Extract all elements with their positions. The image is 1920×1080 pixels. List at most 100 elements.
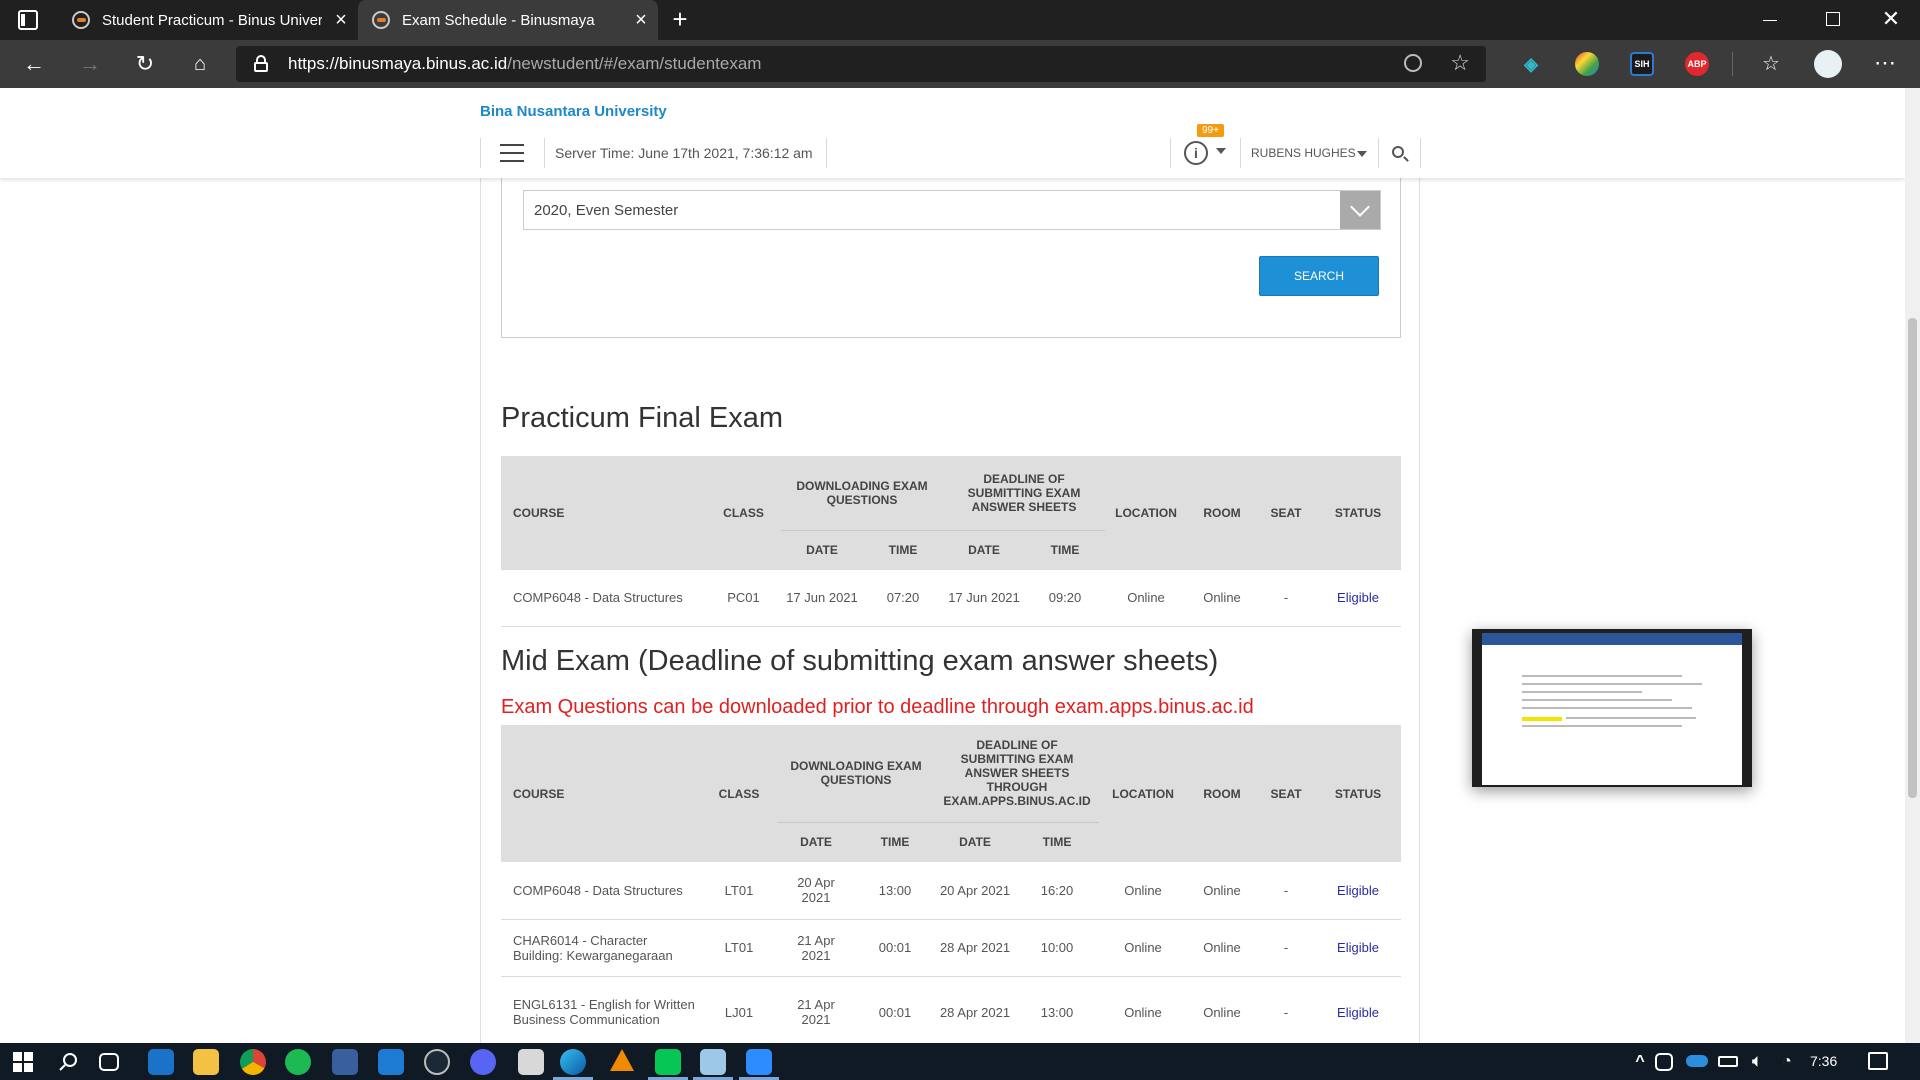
cell-room: Online	[1187, 862, 1257, 920]
tab-student-practicum[interactable]: Student Practicum - Binus Univer ×	[58, 0, 359, 40]
chevron-up-icon[interactable]: ^	[1627, 1049, 1653, 1075]
exam-download-note: Exam Questions can be downloaded prior t…	[501, 696, 1254, 718]
practicum-section-title: Practicum Final Exam	[501, 402, 784, 434]
close-tab-icon[interactable]: ×	[632, 9, 650, 32]
col-time: TIME	[855, 821, 935, 862]
cell-dd-time: 10:00	[1015, 919, 1099, 977]
col-date: DATE	[781, 529, 863, 570]
forward-icon[interactable]: →	[78, 51, 102, 76]
address-bar[interactable]: https://binusmaya.binus.ac.id/newstudent…	[236, 46, 1486, 82]
user-name-menu[interactable]: RUBENS HUGHES	[1251, 146, 1356, 160]
restore-icon[interactable]	[1826, 12, 1840, 26]
notepad-icon[interactable]	[700, 1049, 726, 1075]
cell-class: PC01	[706, 570, 781, 627]
cell-dd-time: 16:20	[1015, 862, 1099, 920]
windows-start-icon[interactable]	[10, 1049, 36, 1075]
university-brand[interactable]: Bina Nusantara University	[480, 103, 667, 120]
cell-dl-time: 00:01	[855, 919, 935, 977]
cell-class: LT01	[701, 862, 777, 920]
status-eligible-link[interactable]: Eligible	[1315, 919, 1401, 977]
refresh-icon[interactable]: ↻	[133, 51, 157, 76]
search-icon[interactable]	[55, 1049, 81, 1075]
cell-location: Online	[1105, 570, 1187, 627]
col-deadline: DEADLINE OF SUBMITTING EXAM ANSWER SHEET…	[943, 456, 1105, 530]
extension-sih-icon[interactable]: SIH	[1630, 52, 1654, 76]
zoom-icon[interactable]	[746, 1049, 772, 1075]
steam-icon[interactable]	[424, 1049, 450, 1075]
wifi-icon[interactable]: ◔	[1774, 1049, 1800, 1075]
col-downloading: DOWNLOADING EXAM QUESTIONS	[777, 725, 935, 822]
tray-app-icon[interactable]	[1655, 1053, 1673, 1071]
lock-icon	[254, 55, 268, 72]
edge-icon[interactable]	[560, 1049, 586, 1075]
new-tab-button[interactable]: +	[668, 4, 692, 34]
site-header: Bina Nusantara University Server Time: J…	[0, 88, 1905, 178]
mid-exam-table: COURSE CLASS DOWNLOADING EXAM QUESTIONS …	[501, 725, 1401, 1043]
cell-course: COMP6048 - Data Structures	[501, 862, 701, 920]
tab-exam-schedule[interactable]: Exam Schedule - Binusmaya ×	[358, 0, 658, 40]
back-icon[interactable]: ←	[22, 51, 46, 76]
extension-diamond-icon[interactable]: ◈	[1519, 52, 1543, 76]
binus-favicon-icon	[72, 11, 90, 29]
hamburger-menu-icon[interactable]	[500, 144, 524, 162]
status-eligible-link[interactable]: Eligible	[1315, 862, 1401, 920]
binus-favicon-icon	[372, 11, 390, 29]
cell-class: LJ01	[701, 976, 777, 1043]
window-preview-thumbnail[interactable]	[1472, 629, 1752, 787]
taskbar-clock[interactable]: 7:36	[1810, 1053, 1837, 1069]
spotify-icon[interactable]	[285, 1049, 311, 1075]
vscode-icon[interactable]	[378, 1049, 404, 1075]
table-row: COMP6048 - Data Structures PC01 17 Jun 2…	[501, 570, 1401, 627]
battery-icon[interactable]	[1718, 1056, 1738, 1067]
discord-icon[interactable]	[470, 1049, 496, 1075]
period-selected-value: 2020, Even Semester	[534, 201, 679, 219]
favorites-icon[interactable]: ☆	[1758, 50, 1784, 76]
cell-room: Online	[1187, 919, 1257, 977]
minimize-icon[interactable]	[1762, 12, 1778, 28]
chrome-icon[interactable]	[240, 1049, 266, 1075]
mail-icon[interactable]	[148, 1049, 174, 1075]
scrollbar-thumb[interactable]	[1908, 318, 1917, 798]
page-scrollbar[interactable]	[1905, 88, 1920, 1043]
extension-color-icon[interactable]	[1575, 52, 1599, 76]
notifications-icon[interactable]	[1868, 1052, 1888, 1070]
onedrive-icon[interactable]	[1686, 1055, 1708, 1067]
col-course: COURSE	[501, 456, 706, 570]
game-app-icon[interactable]	[518, 1049, 544, 1075]
chevron-down-icon[interactable]	[1340, 191, 1380, 229]
add-favorite-icon[interactable]: ☆	[1450, 50, 1470, 76]
cell-course: CHAR6014 - Character Building: Kewargane…	[501, 919, 701, 977]
tab-actions-icon[interactable]	[18, 10, 38, 30]
web-page: Bina Nusantara University Server Time: J…	[0, 88, 1905, 1043]
file-explorer-icon[interactable]	[193, 1049, 219, 1075]
col-time: TIME	[1025, 529, 1105, 570]
cell-dd-time: 09:20	[1025, 570, 1105, 627]
col-deadline: DEADLINE OF SUBMITTING EXAM ANSWER SHEET…	[935, 725, 1099, 822]
url-path: /newstudent/#/exam/studentexam	[507, 54, 762, 73]
mid-exam-section-title: Mid Exam (Deadline of submitting exam an…	[501, 645, 1219, 677]
close-tab-icon[interactable]: ×	[332, 9, 350, 32]
volume-icon[interactable]: 🔈︎	[1744, 1049, 1770, 1075]
period-dropdown[interactable]: 2020, Even Semester	[523, 190, 1381, 230]
more-menu-icon[interactable]: ⋯	[1872, 50, 1898, 76]
home-icon[interactable]: ⌂	[188, 52, 212, 76]
browser-tab-bar: Student Practicum - Binus Univer × Exam …	[0, 0, 1920, 40]
info-notification-icon[interactable]: i	[1184, 141, 1208, 165]
profile-avatar[interactable]	[1814, 50, 1842, 78]
cell-room: Online	[1187, 976, 1257, 1043]
task-view-icon[interactable]	[99, 1053, 119, 1071]
app-store-icon[interactable]	[332, 1049, 358, 1075]
status-eligible-link[interactable]: Eligible	[1315, 570, 1401, 627]
chevron-down-icon[interactable]	[1216, 148, 1226, 154]
vlc-icon[interactable]	[610, 1049, 634, 1071]
search-button[interactable]: SEARCH	[1259, 256, 1379, 296]
extension-adblock-icon[interactable]: ABP	[1685, 52, 1709, 76]
chevron-down-icon[interactable]	[1357, 151, 1367, 157]
zoom-icon[interactable]	[1404, 54, 1422, 72]
status-eligible-link[interactable]: Eligible	[1315, 976, 1401, 1043]
search-icon[interactable]	[1392, 146, 1409, 162]
main-content: Period 2020, Even Semester SEARCH Practi…	[480, 88, 1420, 1043]
cell-dd-time: 13:00	[1015, 976, 1099, 1043]
close-window-icon[interactable]: ✕	[1880, 4, 1902, 34]
line-icon[interactable]	[655, 1049, 681, 1075]
